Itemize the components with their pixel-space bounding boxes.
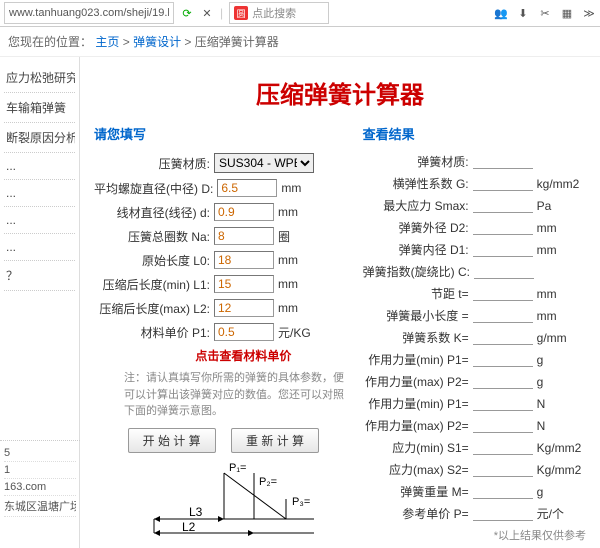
search-placeholder: 点此搜索 [252, 5, 296, 21]
input-Na[interactable] [214, 227, 274, 245]
search-box[interactable]: 圆 点此搜索 [229, 2, 329, 24]
result-row: 弹簧内径 D1:mm [363, 241, 586, 258]
breadcrumb: 您现在的位置： 主页 > 弹簧设计 > 压缩弹簧计算器 [0, 27, 600, 57]
sidebar-item[interactable]: ... [4, 207, 75, 234]
result-row: 节距 t=mm [363, 285, 586, 302]
result-row: 横弹性系数 G:kg/mm2 [363, 175, 586, 192]
sidebar-item[interactable]: ... [4, 234, 75, 261]
svg-text:L2: L2 [182, 520, 196, 534]
more-icon[interactable]: ≫ [582, 6, 596, 20]
result-row: 弹簧重量 M=g [363, 483, 586, 500]
result-row: 弹簧最小长度 =mm [363, 307, 586, 324]
input-P1[interactable] [214, 323, 274, 341]
result-row: 弹簧指数(旋绕比) C: [363, 263, 586, 280]
sidebar-item[interactable]: ？ [4, 261, 75, 291]
sidebar-item[interactable]: 应力松弛研究 [4, 63, 75, 93]
reset-button[interactable]: 重 新 计 算 [231, 428, 319, 453]
input-L0[interactable] [214, 251, 274, 269]
results-footnote: *以上结果仅供参考 [363, 527, 586, 543]
result-row: 作用力量(min) P1=g [363, 351, 586, 368]
result-row: 最大应力 Smax:Pa [363, 197, 586, 214]
result-row: 弹簧材质: [363, 153, 586, 170]
url-input[interactable] [4, 2, 174, 24]
breadcrumb-home[interactable]: 主页 [95, 35, 119, 49]
material-select[interactable]: SUS304 - WPB [214, 153, 314, 173]
spring-diagram: P₁= P₂= P₃= L3 L2 [124, 461, 353, 544]
ext-icon[interactable]: ▦ [560, 6, 574, 20]
form-header: 请您填写 [94, 124, 353, 143]
form-note: 注：请认真填写你所需的弹簧的具体参数，便可以计算出该弹簧对应的数值。您还可以对照… [124, 370, 353, 420]
results-header: 查看结果 [363, 124, 586, 143]
sidebar-item[interactable]: ... [4, 180, 75, 207]
clip-icon[interactable]: ✂ [538, 6, 552, 20]
svg-text:L3: L3 [189, 505, 203, 519]
page-title: 压缩弹簧计算器 [94, 75, 586, 110]
stop-icon[interactable]: ✕ [200, 6, 214, 20]
result-row: 参考单价 P=元/个 [363, 505, 586, 522]
svg-text:P₂=: P₂= [259, 476, 277, 488]
download-icon[interactable]: ⬇ [516, 6, 530, 20]
result-row: 作用力量(min) P1=N [363, 395, 586, 412]
breadcrumb-cat[interactable]: 弹簧设计 [133, 35, 181, 49]
refresh-icon[interactable]: ⟳ [180, 6, 194, 20]
svg-text:P₁=: P₁= [229, 462, 246, 474]
sidebar-item[interactable]: ... [4, 153, 75, 180]
calculate-button[interactable]: 开 始 计 算 [128, 428, 216, 453]
result-row: 弹簧外径 D2:mm [363, 219, 586, 236]
result-row: 应力(min) S1=Kg/mm2 [363, 439, 586, 456]
result-row: 作用力量(max) P2=g [363, 373, 586, 390]
input-dw[interactable] [214, 203, 274, 221]
contact-block: 51163.com东城区温塘广场路119- [0, 440, 80, 521]
engine-icon: 圆 [234, 6, 248, 20]
sidebar-item[interactable]: 断裂原因分析 [4, 123, 75, 153]
input-L2[interactable] [214, 299, 274, 317]
svg-text:P₃=: P₃= [292, 496, 310, 508]
result-row: 弹簧系数 K=g/mm [363, 329, 586, 346]
result-row: 作用力量(max) P2=N [363, 417, 586, 434]
result-row: 应力(max) S2=Kg/mm2 [363, 461, 586, 478]
people-icon[interactable]: 👥 [494, 6, 508, 20]
material-price-link[interactable]: 点击查看材料单价 [134, 347, 353, 364]
input-L1[interactable] [214, 275, 274, 293]
sidebar-item[interactable]: 车输箱弹簧 [4, 93, 75, 123]
input-D[interactable] [217, 179, 277, 197]
